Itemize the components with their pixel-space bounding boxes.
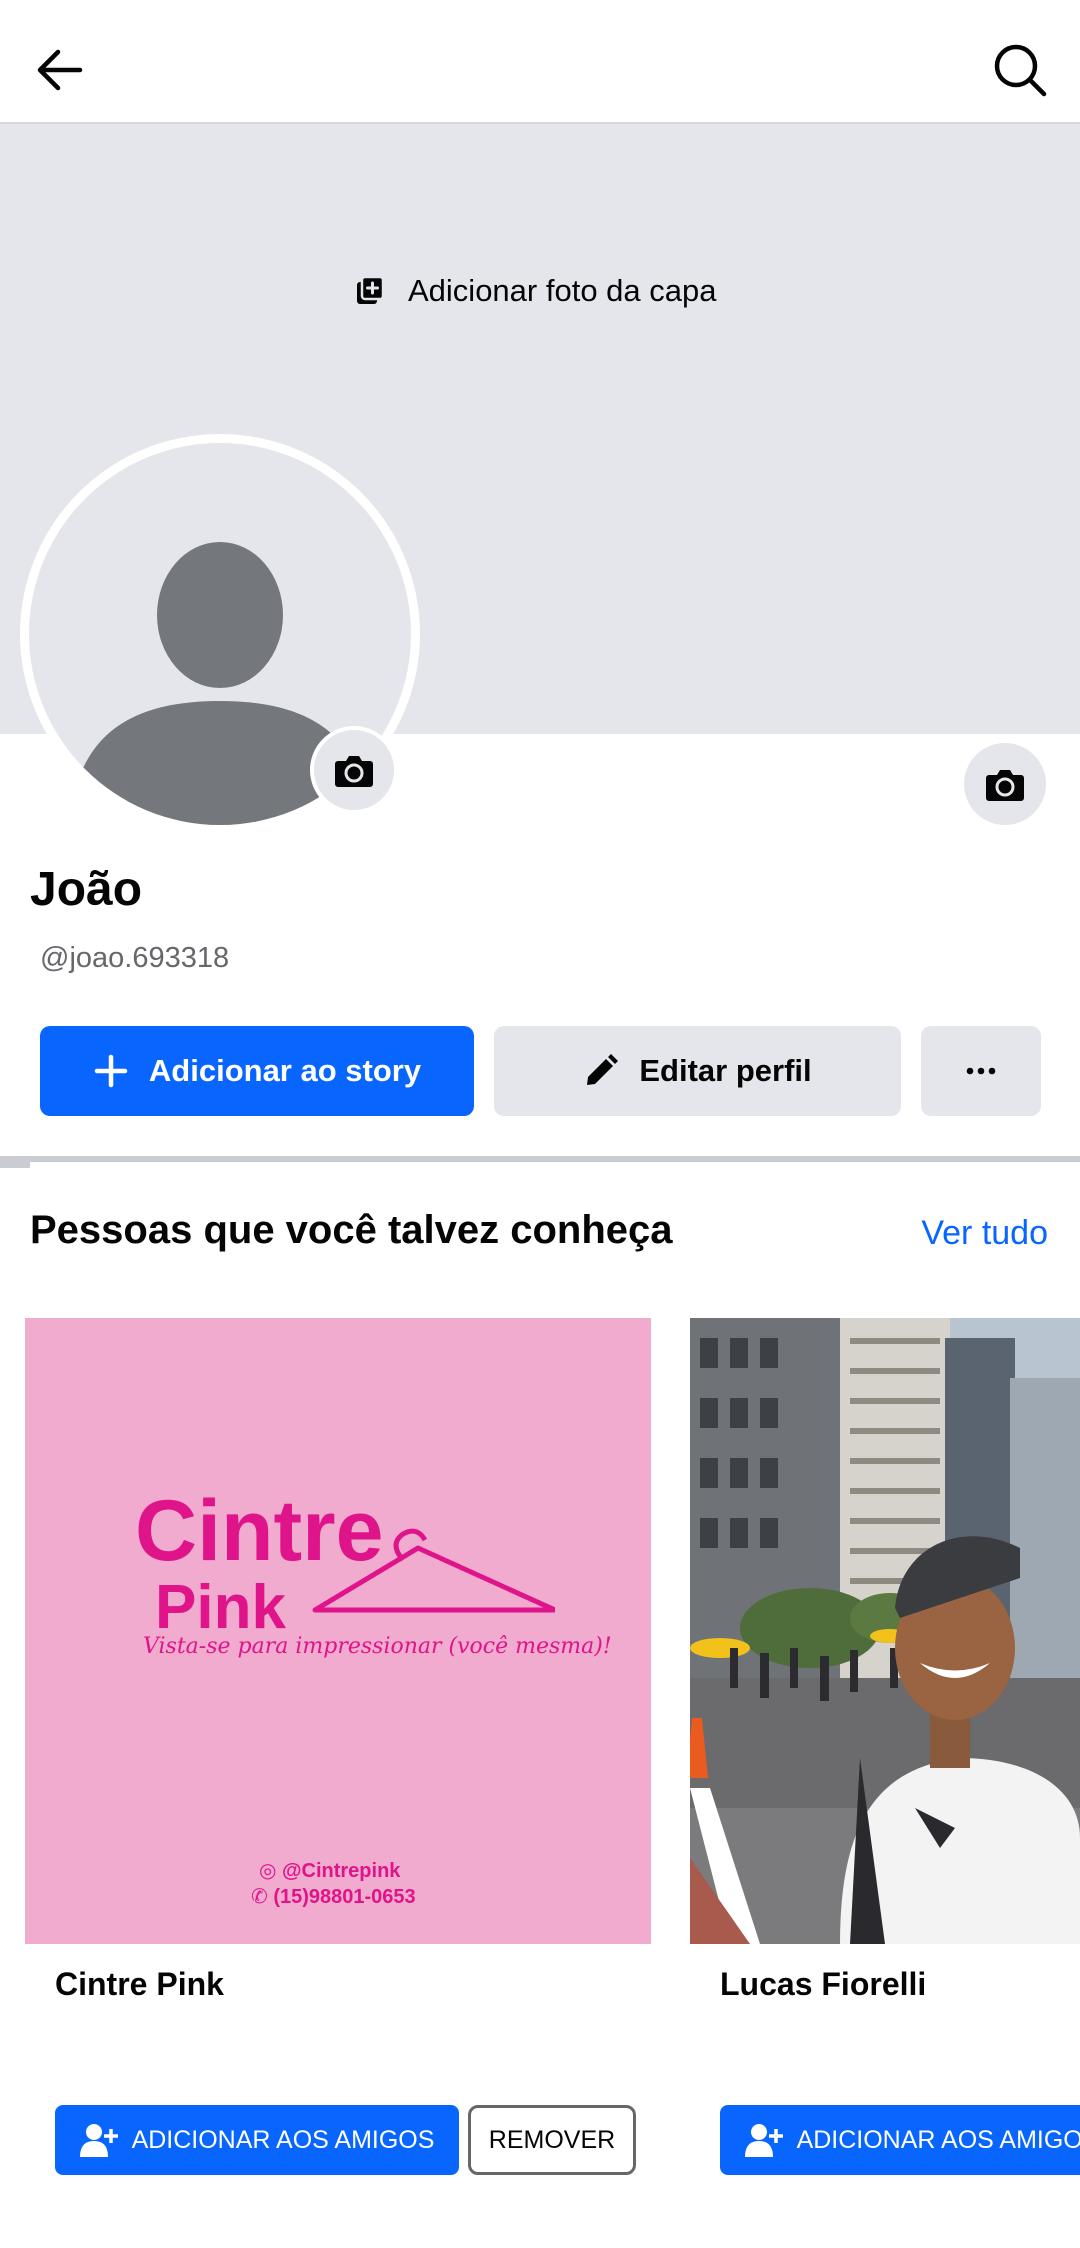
more-dots-icon	[966, 1067, 996, 1075]
svg-text:Cintre: Cintre	[135, 1483, 383, 1579]
add-friend-icon	[79, 2124, 118, 2157]
add-friend-label: ADICIONAR AOS AMIGOS	[796, 2125, 1080, 2154]
slogan-text: Vista-se para impressionar (você mesma)!	[143, 1634, 612, 1659]
profile-name: João	[30, 863, 143, 916]
add-photo-icon	[357, 275, 385, 304]
add-friend-label: ADICIONAR AOS AMIGOS	[131, 2125, 435, 2154]
edit-profile-button[interactable]: Editar perfil	[494, 1026, 901, 1116]
camera-icon	[986, 770, 1024, 801]
search-icon[interactable]	[990, 40, 1050, 100]
add-to-story-label: Adicionar ao story	[148, 1053, 422, 1088]
plus-icon	[94, 1054, 128, 1088]
arrow-left-icon[interactable]	[30, 40, 90, 100]
suggestion-name[interactable]: Lucas Fiorelli	[720, 1966, 926, 2003]
add-cover-photo-button[interactable]: Adicionar foto da capa	[354, 248, 717, 334]
svg-text:Pink: Pink	[155, 1573, 286, 1642]
add-cover-photo-label: Adicionar foto da capa	[408, 273, 717, 308]
edit-profile-label: Editar perfil	[639, 1053, 812, 1088]
instagram-handle: ◎ @Cintrepink	[259, 1860, 401, 1882]
street-photo	[690, 1318, 1080, 1944]
cover-camera-button[interactable]	[960, 739, 1050, 829]
camera-icon	[335, 756, 373, 787]
add-friend-icon	[744, 2124, 783, 2157]
top-bar	[0, 0, 1080, 124]
suggestion-card[interactable]: Lucas Fiorelli ADICIONAR AOS AMIGOS	[690, 1318, 1080, 2178]
whatsapp-number: ✆ (15)98801-0653	[251, 1886, 416, 1908]
suggestion-photo[interactable]	[690, 1318, 1080, 1944]
see-all-link[interactable]: Ver tudo	[921, 1214, 1048, 1253]
add-to-story-button[interactable]: Adicionar ao story	[40, 1026, 474, 1116]
people-you-may-know-title: Pessoas que você talvez conheça	[30, 1208, 673, 1252]
suggestion-name[interactable]: Cintre Pink	[55, 1966, 224, 2003]
suggestion-photo[interactable]: Cintre Pink Vista-se para impressionar (…	[25, 1318, 651, 1944]
add-friend-button[interactable]: ADICIONAR AOS AMIGOS	[720, 2105, 1080, 2175]
profile-camera-button[interactable]	[310, 726, 398, 814]
cintre-pink-logo: Cintre Pink	[135, 1483, 555, 1642]
remove-button[interactable]: REMOVER	[468, 2105, 636, 2175]
suggestion-card[interactable]: Cintre Pink Vista-se para impressionar (…	[25, 1318, 651, 2178]
add-friend-button[interactable]: ADICIONAR AOS AMIGOS	[55, 2105, 459, 2175]
profile-username: @joao.693318	[40, 942, 230, 974]
more-options-button[interactable]	[921, 1026, 1041, 1116]
pencil-icon	[587, 1054, 619, 1085]
